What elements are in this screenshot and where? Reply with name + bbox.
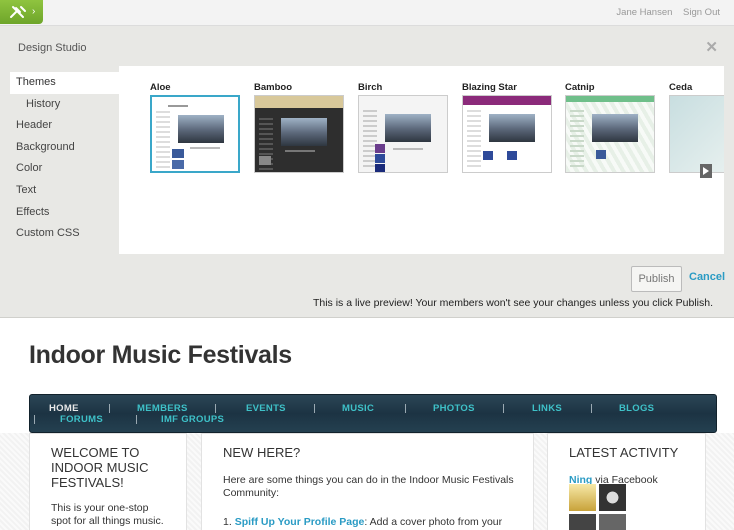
nav-members[interactable]: MEMBERS [137, 403, 188, 414]
arrow-right-icon[interactable] [700, 164, 712, 178]
welcome-heading: WELCOME TO INDOOR MUSIC FESTIVALS! [51, 445, 149, 490]
theme-name: Ceda [669, 82, 693, 93]
publish-button[interactable]: Publish [631, 266, 682, 292]
tab-effects[interactable]: Effects [10, 202, 120, 224]
cancel-link[interactable]: Cancel [689, 271, 725, 283]
nav-separator [503, 404, 504, 413]
theme-name: Bamboo [254, 82, 292, 93]
nav-separator [109, 404, 110, 413]
theme-birch[interactable]: Birch [358, 82, 450, 173]
tab-header[interactable]: Header [10, 115, 120, 137]
tab-text[interactable]: Text [10, 180, 120, 202]
theme-bamboo[interactable]: Bamboo [254, 82, 346, 173]
activity-thumbnail[interactable] [599, 484, 626, 511]
nav-separator [34, 415, 35, 424]
activity-thumbnail[interactable] [569, 514, 596, 530]
latest-activity-box: LATEST ACTIVITY Ning via Facebook [547, 433, 706, 530]
chevron-right-icon: › [32, 6, 36, 17]
tools-menu-button[interactable]: › [0, 0, 43, 24]
nav-events[interactable]: EVENTS [246, 403, 286, 414]
new-here-box: NEW HERE? Here are some things you can d… [201, 433, 534, 530]
top-bar: › Jane Hansen Sign Out [0, 0, 734, 26]
theme-aloe[interactable]: Aloe [150, 82, 242, 173]
theme-catnip[interactable]: Catnip [565, 82, 657, 173]
tab-custom-css[interactable]: Custom CSS [10, 223, 120, 245]
nav-music[interactable]: MUSIC [342, 403, 374, 414]
preview-note: This is a live preview! Your members won… [312, 297, 713, 309]
new-here-heading: NEW HERE? [223, 445, 301, 460]
tab-color[interactable]: Color [10, 158, 120, 180]
nav-blogs[interactable]: BLOGS [619, 403, 654, 414]
theme-thumbnail[interactable] [254, 95, 344, 173]
activity-thumbnail[interactable] [599, 514, 626, 530]
theme-thumbnail[interactable] [150, 95, 240, 173]
theme-name: Birch [358, 82, 383, 93]
new-here-item: 1. Spiff Up Your Profile Page: Add a cov… [223, 516, 503, 528]
nav-photos[interactable]: PHOTOS [433, 403, 475, 414]
sign-out-link[interactable]: Sign Out [683, 7, 720, 18]
activity-thumbnail[interactable] [569, 484, 596, 511]
welcome-text: This is your one-stop spot for all thing… [51, 502, 164, 527]
nav-separator [591, 404, 592, 413]
design-studio-panel: Design Studio ✕ Themes History Header Ba… [0, 26, 734, 318]
theme-name: Catnip [565, 82, 595, 93]
theme-name: Blazing Star [462, 82, 517, 93]
nav-imf-groups[interactable]: IMF GROUPS [161, 414, 224, 425]
studio-tab-nav: Themes History Header Background Color T… [10, 72, 120, 245]
nav-separator [405, 404, 406, 413]
theme-cedar[interactable]: Ceda [669, 82, 724, 173]
user-links: Jane Hansen Sign Out [608, 7, 720, 18]
theme-thumbnail[interactable] [358, 95, 448, 173]
nav-separator [136, 415, 137, 424]
nav-separator [215, 404, 216, 413]
studio-title: Design Studio [18, 42, 87, 54]
theme-thumbnail[interactable] [565, 95, 655, 173]
tab-background[interactable]: Background [10, 137, 120, 159]
theme-thumbnail[interactable] [669, 95, 724, 173]
new-here-intro: Here are some things you can do in the I… [223, 474, 514, 499]
nav-links[interactable]: LINKS [532, 403, 562, 414]
close-icon[interactable]: ✕ [705, 38, 718, 56]
profile-page-link[interactable]: Spiff Up Your Profile Page [235, 516, 365, 528]
welcome-box: WELCOME TO INDOOR MUSIC FESTIVALS! This … [29, 433, 187, 530]
site-title[interactable]: Indoor Music Festivals [29, 341, 292, 370]
tools-icon [10, 6, 26, 18]
theme-name: Aloe [150, 82, 171, 93]
user-name-link[interactable]: Jane Hansen [616, 7, 672, 18]
theme-thumbnail[interactable] [462, 95, 552, 173]
site-preview: Indoor Music Festivals HOME MEMBERS EVEN… [0, 319, 734, 530]
theme-gallery: Aloe Bamboo Birch Blazing Star Catnip Ce… [119, 66, 724, 254]
theme-blazing-star[interactable]: Blazing Star [462, 82, 554, 173]
tab-history[interactable]: History [10, 94, 120, 116]
latest-activity-heading: LATEST ACTIVITY [569, 445, 679, 460]
nav-home[interactable]: HOME [49, 403, 79, 414]
nav-forums[interactable]: FORUMS [60, 414, 103, 425]
nav-separator [314, 404, 315, 413]
tab-themes[interactable]: Themes [10, 72, 120, 94]
site-nav: HOME MEMBERS EVENTS MUSIC PHOTOS LINKS B… [29, 394, 717, 433]
